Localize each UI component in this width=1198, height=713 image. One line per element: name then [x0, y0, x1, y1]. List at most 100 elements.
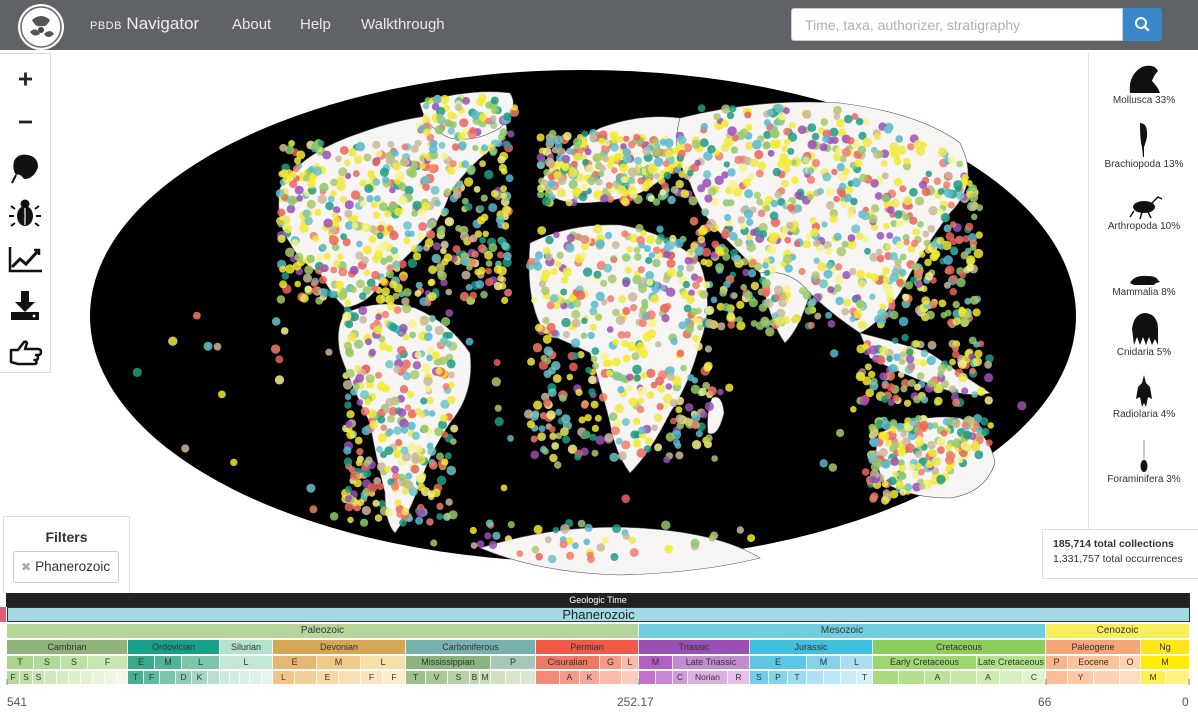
occurrence-dot[interactable] — [663, 251, 671, 259]
occurrence-dot[interactable] — [640, 372, 648, 380]
occurrence-dot[interactable] — [284, 145, 295, 155]
occurrence-dot[interactable] — [940, 212, 951, 223]
occurrence-dot[interactable] — [876, 254, 885, 263]
occurrence-dot[interactable] — [485, 267, 492, 275]
occurrence-dot[interactable] — [488, 203, 498, 213]
occurrence-dot[interactable] — [591, 347, 600, 355]
occurrence-dot[interactable] — [860, 211, 871, 221]
occurrence-dot[interactable] — [742, 178, 752, 187]
occurrence-dot[interactable] — [886, 206, 895, 214]
occurrence-dot[interactable] — [882, 276, 890, 284]
occurrence-dot[interactable] — [546, 322, 556, 332]
occurrence-dot[interactable] — [355, 141, 366, 152]
occurrence-dot[interactable] — [548, 366, 556, 375]
occurrence-dot[interactable] — [861, 468, 870, 476]
occurrence-dot[interactable] — [393, 450, 401, 459]
epoch-cell[interactable]: Early Cretaceous — [873, 656, 977, 669]
occurrence-dot[interactable] — [911, 262, 920, 271]
occurrence-dot[interactable] — [561, 317, 571, 328]
occurrence-dot[interactable] — [317, 194, 327, 204]
occurrence-dot[interactable] — [361, 426, 371, 436]
occurrence-dot[interactable] — [615, 315, 626, 325]
occurrence-dot[interactable] — [666, 372, 675, 381]
occurrence-dot[interactable] — [368, 235, 377, 244]
occurrence-dot[interactable] — [617, 331, 626, 339]
occurrence-dot[interactable] — [304, 265, 314, 275]
occurrence-dot[interactable] — [632, 364, 642, 375]
occurrence-dot[interactable] — [275, 189, 285, 198]
occurrence-dot[interactable] — [511, 104, 518, 111]
occurrence-dot[interactable] — [449, 160, 457, 168]
occurrence-dot[interactable] — [707, 145, 716, 154]
bug-button[interactable] — [0, 191, 50, 235]
occurrence-dot[interactable] — [632, 439, 642, 448]
occurrence-dot[interactable] — [562, 267, 572, 277]
occurrence-dot[interactable] — [844, 114, 853, 124]
epoch-cell[interactable]: Mississippian — [406, 656, 491, 669]
occurrence-dot[interactable] — [655, 341, 662, 348]
occurrence-dot[interactable] — [922, 230, 930, 238]
occurrence-dot[interactable] — [572, 542, 579, 550]
occurrence-dot[interactable] — [802, 240, 811, 249]
occurrence-dot[interactable] — [562, 330, 571, 339]
occurrence-dot[interactable] — [397, 408, 407, 417]
occurrence-dot[interactable] — [701, 247, 712, 257]
occurrence-dot[interactable] — [343, 446, 352, 455]
occurrence-dot[interactable] — [363, 469, 372, 478]
occurrence-dot[interactable] — [428, 219, 437, 228]
occurrence-dot[interactable] — [958, 372, 968, 383]
occurrence-dot[interactable] — [356, 240, 363, 248]
occurrence-dot[interactable] — [697, 104, 706, 113]
occurrence-dot[interactable] — [659, 138, 667, 146]
precambrian-sliver[interactable] — [0, 607, 6, 622]
occurrence-dot[interactable] — [391, 482, 400, 491]
epoch-cell[interactable]: O — [1120, 656, 1141, 669]
occurrence-dot[interactable] — [412, 252, 422, 261]
occurrence-dot[interactable] — [344, 485, 352, 493]
occurrence-dot[interactable] — [767, 149, 775, 157]
occurrence-dot[interactable] — [617, 386, 625, 394]
occurrence-dot[interactable] — [447, 395, 456, 405]
occurrence-dot[interactable] — [969, 367, 976, 375]
occurrence-dot[interactable] — [537, 432, 546, 442]
occurrence-dot[interactable] — [655, 237, 663, 245]
occurrence-dot[interactable] — [621, 340, 629, 348]
occurrence-dot[interactable] — [402, 334, 410, 341]
occurrence-dot[interactable] — [445, 498, 453, 506]
occurrence-dot[interactable] — [967, 416, 976, 425]
occurrence-dot[interactable] — [441, 458, 449, 466]
occurrence-dot[interactable] — [484, 250, 494, 260]
occurrence-dot[interactable] — [835, 296, 844, 306]
occurrence-dot[interactable] — [972, 357, 983, 367]
occurrence-dot[interactable] — [968, 192, 979, 202]
occurrence-dot[interactable] — [666, 287, 676, 297]
occurrence-dot[interactable] — [280, 169, 289, 178]
occurrence-dot[interactable] — [470, 542, 478, 549]
occurrence-dot[interactable] — [382, 176, 390, 184]
occurrence-dot[interactable] — [549, 426, 556, 433]
occurrence-dot[interactable] — [699, 138, 709, 148]
occurrence-dot[interactable] — [678, 149, 686, 158]
occurrence-dot[interactable] — [675, 414, 685, 424]
occurrence-dot[interactable] — [319, 243, 327, 252]
occurrence-dot[interactable] — [373, 319, 381, 326]
occurrence-dot[interactable] — [418, 222, 427, 231]
occurrence-dot[interactable] — [364, 184, 374, 193]
occurrence-dot[interactable] — [420, 316, 429, 326]
occurrence-dot[interactable] — [612, 357, 621, 367]
occurrence-dot[interactable] — [765, 327, 775, 337]
occurrence-dot[interactable] — [548, 388, 557, 397]
occurrence-dot[interactable] — [684, 256, 693, 265]
occurrence-dot[interactable] — [710, 296, 718, 304]
occurrence-dot[interactable] — [981, 427, 990, 436]
occurrence-dot[interactable] — [653, 157, 664, 167]
occurrence-dot[interactable] — [485, 117, 493, 125]
occurrence-dot[interactable] — [338, 290, 348, 300]
epoch-cell[interactable]: S — [61, 656, 88, 669]
occurrence-dot[interactable] — [580, 401, 589, 409]
occurrence-dot[interactable] — [446, 465, 457, 476]
epoch-cell[interactable]: G — [600, 656, 622, 669]
occurrence-dot[interactable] — [936, 437, 946, 446]
occurrence-dot[interactable] — [841, 240, 849, 248]
occurrence-dot[interactable] — [581, 317, 588, 324]
